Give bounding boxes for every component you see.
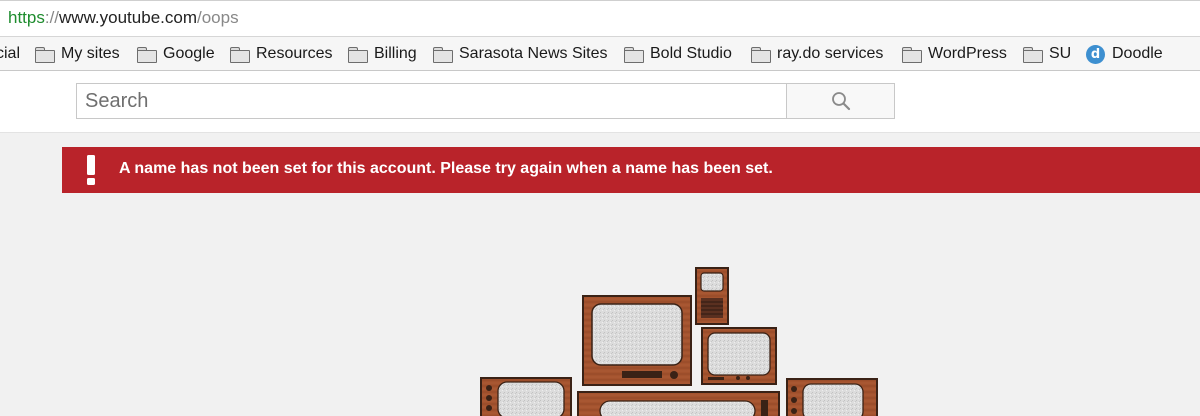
folder-icon	[751, 46, 771, 63]
tv-bottom-left	[480, 377, 572, 416]
stacked-tv-illustration	[480, 267, 878, 416]
folder-icon	[433, 46, 453, 63]
bookmark-label: My sites	[61, 45, 120, 62]
folder-icon	[35, 46, 55, 63]
bookmark-raydo-services[interactable]: ray.do services	[751, 43, 883, 65]
folder-icon	[230, 46, 250, 63]
tv-bottom-right	[786, 378, 878, 416]
bookmark-label: cial	[0, 45, 21, 62]
url-path: /oops	[196, 8, 239, 27]
url-scheme: https	[8, 8, 45, 27]
error-alert: A name has not been set for this account…	[62, 147, 1200, 193]
folder-icon	[624, 46, 644, 63]
bookmark-label: WordPress	[928, 45, 1007, 62]
bookmark-google[interactable]: Google	[137, 43, 215, 65]
site-header	[0, 71, 1200, 133]
folder-icon	[137, 46, 157, 63]
tv-large-left	[582, 295, 692, 386]
bookmark-label: Google	[163, 45, 215, 62]
bookmark-label: Sarasota News Sites	[459, 45, 608, 62]
bookmark-billing[interactable]: Billing	[348, 43, 417, 65]
tv-small-top	[695, 267, 729, 325]
bookmark-label: Doodle	[1112, 45, 1163, 62]
folder-icon	[1023, 46, 1043, 63]
bookmark-bold-studio[interactable]: Bold Studio	[624, 43, 732, 65]
exclamation-icon	[87, 155, 95, 185]
bookmark-label: Resources	[256, 45, 333, 62]
tv-bottom-center	[577, 391, 780, 416]
url-text[interactable]: https://www.youtube.com/oops	[8, 8, 239, 28]
bookmark-sarasota-news-sites[interactable]: Sarasota News Sites	[433, 43, 608, 65]
folder-icon	[902, 46, 922, 63]
bookmark-cial[interactable]: cial	[0, 43, 20, 65]
doodle-icon: d	[1086, 44, 1105, 64]
bookmark-my-sites[interactable]: My sites	[35, 43, 120, 65]
search-icon	[831, 92, 850, 111]
url-host: www.youtube.com	[59, 8, 197, 27]
bookmark-su[interactable]: SU	[1023, 43, 1071, 65]
search-button[interactable]	[786, 83, 895, 119]
address-bar[interactable]: https://www.youtube.com/oops	[0, 0, 1200, 36]
url-separator: ://	[44, 8, 60, 27]
bookmark-wordpress[interactable]: WordPress	[902, 43, 1007, 65]
search-input[interactable]	[76, 83, 786, 119]
bookmark-label: ray.do services	[777, 45, 884, 62]
bookmark-doodle[interactable]: d Doodle	[1086, 43, 1163, 65]
tv-medium-right	[701, 327, 777, 385]
alert-message: A name has not been set for this account…	[119, 160, 773, 177]
bookmark-label: Bold Studio	[650, 45, 732, 62]
bookmark-resources[interactable]: Resources	[230, 43, 332, 65]
bookmarks-bar: cial My sites Google Resources Billing S…	[0, 36, 1200, 71]
folder-icon	[348, 46, 368, 63]
bookmark-label: SU	[1049, 45, 1072, 62]
bookmark-label: Billing	[374, 45, 417, 62]
